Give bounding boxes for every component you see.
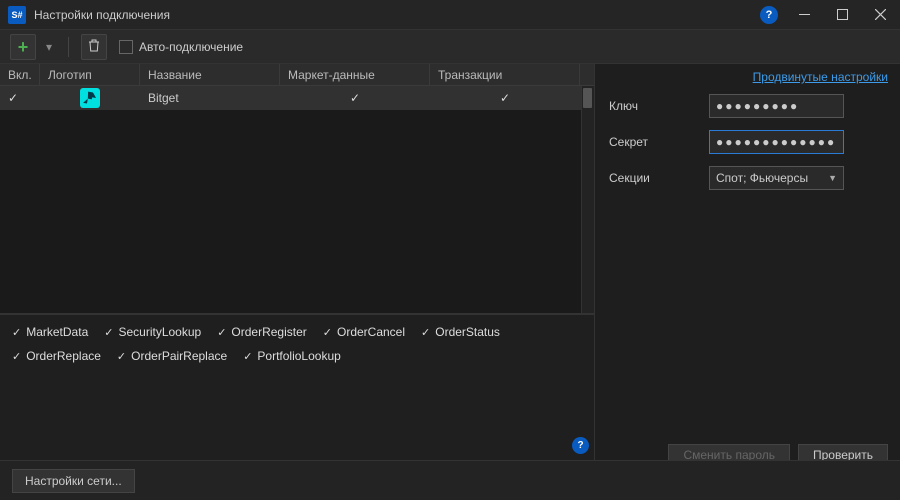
cell-logo <box>40 86 140 110</box>
check-icon: ✓ <box>350 91 360 105</box>
capability-label: OrderStatus <box>435 325 500 339</box>
capability-label: PortfolioLookup <box>257 349 340 363</box>
capability-label: OrderReplace <box>26 349 101 363</box>
key-label: Ключ <box>609 99 709 113</box>
cell-enabled[interactable]: ✓ <box>0 86 40 110</box>
auto-connect-label: Авто-подключение <box>139 40 243 54</box>
plus-icon: + <box>18 38 29 56</box>
secret-input[interactable]: ●●●●●●●●●●●●● <box>709 130 844 154</box>
panel-help: ? <box>572 437 589 454</box>
check-icon: ✓ <box>8 91 18 105</box>
trash-icon <box>87 38 101 55</box>
col-enabled[interactable]: Вкл. <box>0 64 40 85</box>
bitget-logo-icon <box>80 88 100 108</box>
check-icon: ✓ <box>12 326 21 339</box>
capability-item[interactable]: ✓ OrderRegister <box>217 325 307 339</box>
check-icon: ✓ <box>323 326 332 339</box>
cell-market-data[interactable]: ✓ <box>280 86 430 110</box>
maximize-button[interactable] <box>830 3 854 27</box>
cell-transactions[interactable]: ✓ <box>430 86 580 110</box>
titlebar: S# Настройки подключения ? <box>0 0 900 30</box>
add-connection-button[interactable]: + <box>10 34 36 60</box>
advanced-settings-link-wrap: Продвинутые настройки <box>609 70 888 84</box>
capability-label: MarketData <box>26 325 88 339</box>
toolbar: + ▾ Авто-подключение <box>0 30 900 64</box>
check-icon: ✓ <box>104 326 113 339</box>
col-transactions[interactable]: Транзакции <box>430 64 580 85</box>
capability-item[interactable]: ✓ OrderReplace <box>12 349 101 363</box>
sections-label: Секции <box>609 171 709 185</box>
table-header: Вкл. Логотип Название Маркет-данные Тран… <box>0 64 594 86</box>
check-icon: ✓ <box>243 350 252 363</box>
sections-value: Спот; Фьючерсы <box>716 171 808 185</box>
capabilities-panel: ✓ MarketData ✓ SecurityLookup ✓ OrderRegist… <box>0 314 594 460</box>
app-icon: S# <box>8 6 26 24</box>
check-icon: ✓ <box>421 326 430 339</box>
key-value: ●●●●●●●●● <box>716 99 799 113</box>
table-row[interactable]: ✓ Bitget ✓ ✓ <box>0 86 594 110</box>
checkbox-icon <box>119 40 133 54</box>
check-icon: ✓ <box>117 350 126 363</box>
network-settings-button[interactable]: Настройки сети... <box>12 469 135 493</box>
cell-name: Bitget <box>140 86 280 110</box>
minimize-button[interactable] <box>792 3 816 27</box>
capability-label: OrderPairReplace <box>131 349 227 363</box>
col-name[interactable]: Название <box>140 64 280 85</box>
footer: Настройки сети... <box>0 460 900 500</box>
scrollbar[interactable] <box>581 86 594 313</box>
key-input[interactable]: ●●●●●●●●● <box>709 94 844 118</box>
left-panel: Вкл. Логотип Название Маркет-данные Тран… <box>0 64 595 460</box>
delete-connection-button[interactable] <box>81 34 107 60</box>
capability-item[interactable]: ✓ OrderPairReplace <box>117 349 227 363</box>
check-icon: ✓ <box>217 326 226 339</box>
connections-table: Вкл. Логотип Название Маркет-данные Тран… <box>0 64 594 314</box>
capability-item[interactable]: ✓ SecurityLookup <box>104 325 201 339</box>
chevron-down-icon: ▼ <box>828 173 837 183</box>
window-title: Настройки подключения <box>34 8 760 22</box>
sections-dropdown[interactable]: Спот; Фьючерсы ▼ <box>709 166 844 190</box>
scrollbar-thumb[interactable] <box>583 88 592 108</box>
capability-label: SecurityLookup <box>118 325 201 339</box>
toolbar-separator <box>68 37 69 57</box>
secret-label: Секрет <box>609 135 709 149</box>
col-logo[interactable]: Логотип <box>40 64 140 85</box>
help-icon[interactable]: ? <box>572 437 589 454</box>
help-icon[interactable]: ? <box>760 6 778 24</box>
right-panel: Продвинутые настройки Ключ ●●●●●●●●● Сек… <box>595 64 900 460</box>
advanced-settings-link[interactable]: Продвинутые настройки <box>753 70 888 84</box>
auto-connect-checkbox[interactable]: Авто-подключение <box>119 40 243 54</box>
check-icon: ✓ <box>12 350 21 363</box>
capability-label: OrderRegister <box>231 325 306 339</box>
add-connection-dropdown[interactable]: ▾ <box>42 40 56 54</box>
capability-item[interactable]: ✓ PortfolioLookup <box>243 349 341 363</box>
col-market-data[interactable]: Маркет-данные <box>280 64 430 85</box>
secret-value: ●●●●●●●●●●●●● <box>716 135 836 149</box>
close-button[interactable] <box>868 3 892 27</box>
check-icon: ✓ <box>500 91 510 105</box>
capability-item[interactable]: ✓ OrderCancel <box>323 325 405 339</box>
capability-item[interactable]: ✓ MarketData <box>12 325 88 339</box>
capability-item[interactable]: ✓ OrderStatus <box>421 325 500 339</box>
capability-label: OrderCancel <box>337 325 405 339</box>
table-body: ✓ Bitget ✓ ✓ <box>0 86 594 313</box>
